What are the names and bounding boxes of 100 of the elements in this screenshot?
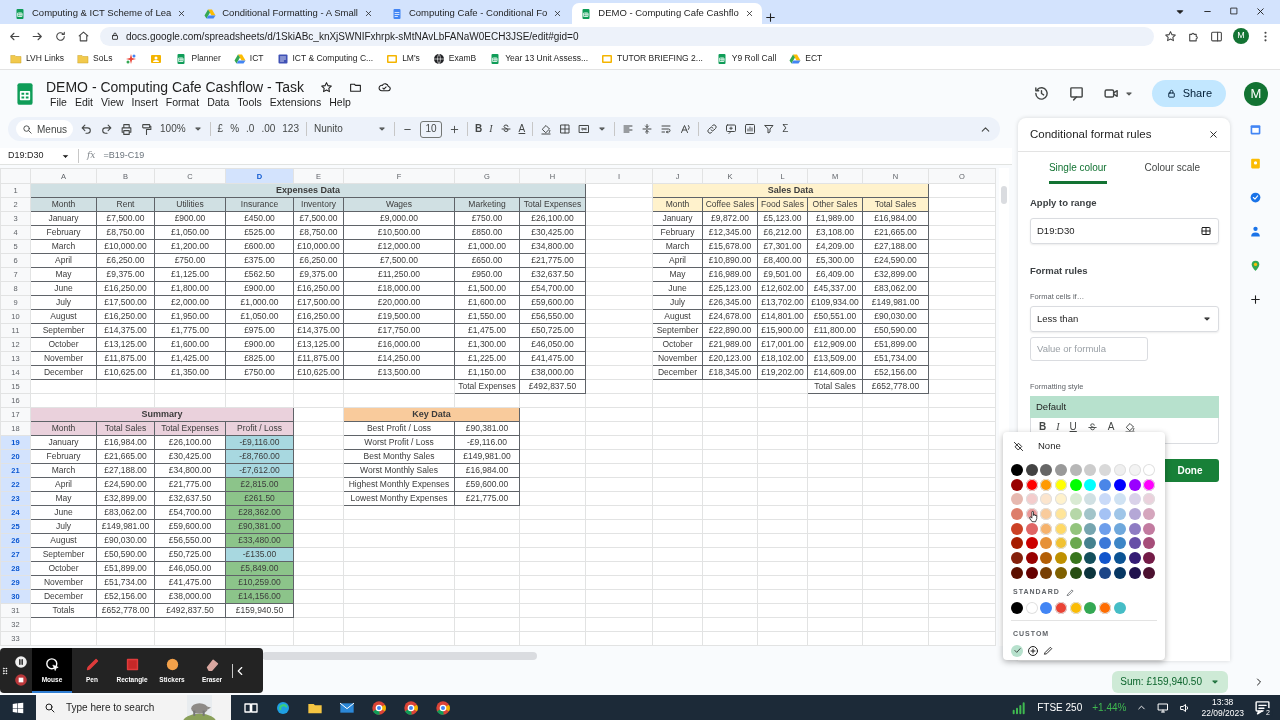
- decimal-button[interactable]: .00: [261, 124, 276, 134]
- table-cell: December: [30, 365, 97, 380]
- bookmark[interactable]: LM's: [386, 52, 420, 65]
- table-cell: February: [652, 225, 703, 240]
- table-cell: £21,665.00: [96, 449, 155, 464]
- menu-search[interactable]: Menus: [16, 120, 73, 138]
- menu-item[interactable]: Extensions: [265, 96, 326, 109]
- table-cell: £1,800.00: [154, 281, 226, 296]
- bookmark[interactable]: Year 13 Unit Assess...: [489, 52, 589, 65]
- bookmark[interactable]: TUTOR BRIEFING 2...: [601, 52, 703, 65]
- taskbar-search[interactable]: Type here to search: [36, 695, 231, 720]
- font-size-field[interactable]: 10: [420, 120, 442, 138]
- table-cell: £525.00: [225, 225, 294, 240]
- menu-item[interactable]: Data: [203, 96, 234, 109]
- table-cell: April: [30, 253, 97, 268]
- decimal-button[interactable]: .0: [246, 124, 255, 134]
- table-cell: £900.00: [225, 281, 294, 296]
- italic-button[interactable]: I: [1056, 422, 1060, 432]
- style-preview: Default: [1030, 396, 1219, 418]
- panel-tab[interactable]: Single colour: [1048, 152, 1107, 184]
- condition-select[interactable]: Less than: [1030, 305, 1219, 332]
- currency-button[interactable]: £: [217, 124, 224, 134]
- menu-item[interactable]: Format: [161, 96, 204, 109]
- table-cell: November: [652, 351, 703, 366]
- table-cell: £17,001.00: [757, 337, 808, 352]
- browser-tab[interactable]: Conditional Formatting - A Small: [196, 3, 381, 24]
- browser-tab[interactable]: Computing & ICT Scheme of Lea: [6, 3, 195, 24]
- name-box[interactable]: D19:D30: [8, 149, 70, 163]
- table-cell: £12,345.00: [702, 225, 758, 240]
- search-field[interactable]: Type here to search: [64, 699, 164, 716]
- panel-tab[interactable]: Colour scale: [1144, 152, 1201, 184]
- table-cell: £32,637.50: [519, 267, 586, 282]
- italic-button[interactable]: I: [489, 124, 493, 134]
- menu-item[interactable]: Tools: [233, 96, 266, 109]
- font-select[interactable]: Nunito: [314, 124, 370, 134]
- table-cell: £17,500.00: [293, 295, 344, 310]
- table-cell: £9,375.00: [96, 267, 155, 282]
- value-field[interactable]: Value or formula: [1030, 336, 1148, 361]
- sum-button[interactable]: Sum: £159,940.50: [1112, 670, 1228, 693]
- menu-item[interactable]: View: [97, 96, 128, 109]
- table-cell: November: [30, 575, 97, 590]
- user-avatar[interactable]: M: [1244, 81, 1268, 106]
- menu-item[interactable]: Edit: [70, 96, 97, 109]
- table-cell: £11,875.00: [293, 351, 344, 366]
- table-cell: April: [652, 253, 703, 268]
- bookmark[interactable]: Planner: [175, 52, 221, 65]
- table-cell: £90,030.00: [96, 533, 155, 548]
- percent-button[interactable]: %: [230, 124, 240, 134]
- bookmark[interactable]: ICT & Computing C...: [276, 52, 374, 65]
- none-option[interactable]: None: [1011, 438, 1157, 455]
- menu-item[interactable]: Help: [325, 96, 355, 109]
- table-cell: £1,350.00: [154, 365, 226, 380]
- bold-button[interactable]: B: [475, 124, 483, 134]
- table-cell: October: [30, 337, 97, 352]
- table-cell: £850.00: [454, 225, 520, 240]
- bookmark[interactable]: ExamB: [432, 52, 477, 65]
- menu-item[interactable]: Insert: [127, 96, 162, 109]
- table-cell: £9,000.00: [343, 211, 455, 226]
- share-button[interactable]: Share: [1151, 80, 1226, 107]
- text-color-button[interactable]: A: [518, 124, 526, 134]
- table-cell: £2,000.00: [154, 295, 226, 310]
- table-cell: £1,050.00: [225, 309, 294, 324]
- table-cell: £7,500.00: [293, 211, 344, 226]
- ticker-label[interactable]: FTSE 250: [1037, 700, 1083, 715]
- table-cell: £9,872.00: [702, 211, 758, 226]
- formula-field[interactable]: =B19-C19: [103, 149, 145, 163]
- browser-tab[interactable]: DEMO - Computing Cafe Cashflo: [572, 3, 762, 24]
- table-cell: May: [652, 267, 703, 282]
- table-cell: £6,409.00: [807, 267, 863, 282]
- table-cell: £19,202.00: [757, 365, 808, 380]
- bookmark[interactable]: LVH Links: [10, 52, 65, 65]
- table-cell: £109,934.00: [807, 295, 863, 310]
- table-cell: £18,345.00: [702, 365, 758, 380]
- total-label: Totals: [30, 603, 97, 618]
- browser-tab[interactable]: Computing Cafe - Conditional Fo: [382, 3, 571, 24]
- profile-avatar[interactable]: M: [1233, 28, 1249, 44]
- bookmark[interactable]: Y9 Roll Call: [715, 52, 777, 65]
- menu-item[interactable]: File: [46, 96, 71, 109]
- table-cell: £562.50: [225, 267, 294, 282]
- text-color-button[interactable]: A: [1107, 422, 1115, 432]
- underline-button[interactable]: U: [1069, 422, 1077, 432]
- table-cell: £4,209.00: [807, 239, 863, 254]
- address-bar[interactable]: docs.google.com/spreadsheets/d/1SkiABc_knXjSWNIFxhrpk-sMtNAvLbFANaW0ECH3JSE/edit#gid=0: [100, 26, 1154, 46]
- format-button[interactable]: 123: [282, 124, 299, 134]
- table-cell: £149,981.00: [454, 449, 520, 464]
- functions-button[interactable]: Σ: [782, 124, 789, 134]
- document-title[interactable]: DEMO - Computing Cafe Cashflow - Task: [46, 78, 305, 97]
- table-cell: March: [30, 463, 97, 478]
- table-cell: £975.00: [225, 323, 294, 338]
- table-cell: £56,550.00: [519, 309, 586, 324]
- range-field[interactable]: D19:D30: [1030, 218, 1219, 245]
- table-cell: £56,550.00: [154, 533, 226, 548]
- bookmark[interactable]: ICT: [233, 52, 264, 65]
- table-cell: £26,100.00: [519, 211, 586, 226]
- table-cell: £90,030.00: [862, 309, 929, 324]
- bold-button[interactable]: B: [1039, 422, 1047, 432]
- bookmark[interactable]: ECT: [789, 52, 823, 65]
- bookmark[interactable]: SoLs: [77, 52, 113, 65]
- zoom-select[interactable]: 100%: [160, 124, 186, 134]
- table-cell: £11,250.00: [343, 267, 455, 282]
